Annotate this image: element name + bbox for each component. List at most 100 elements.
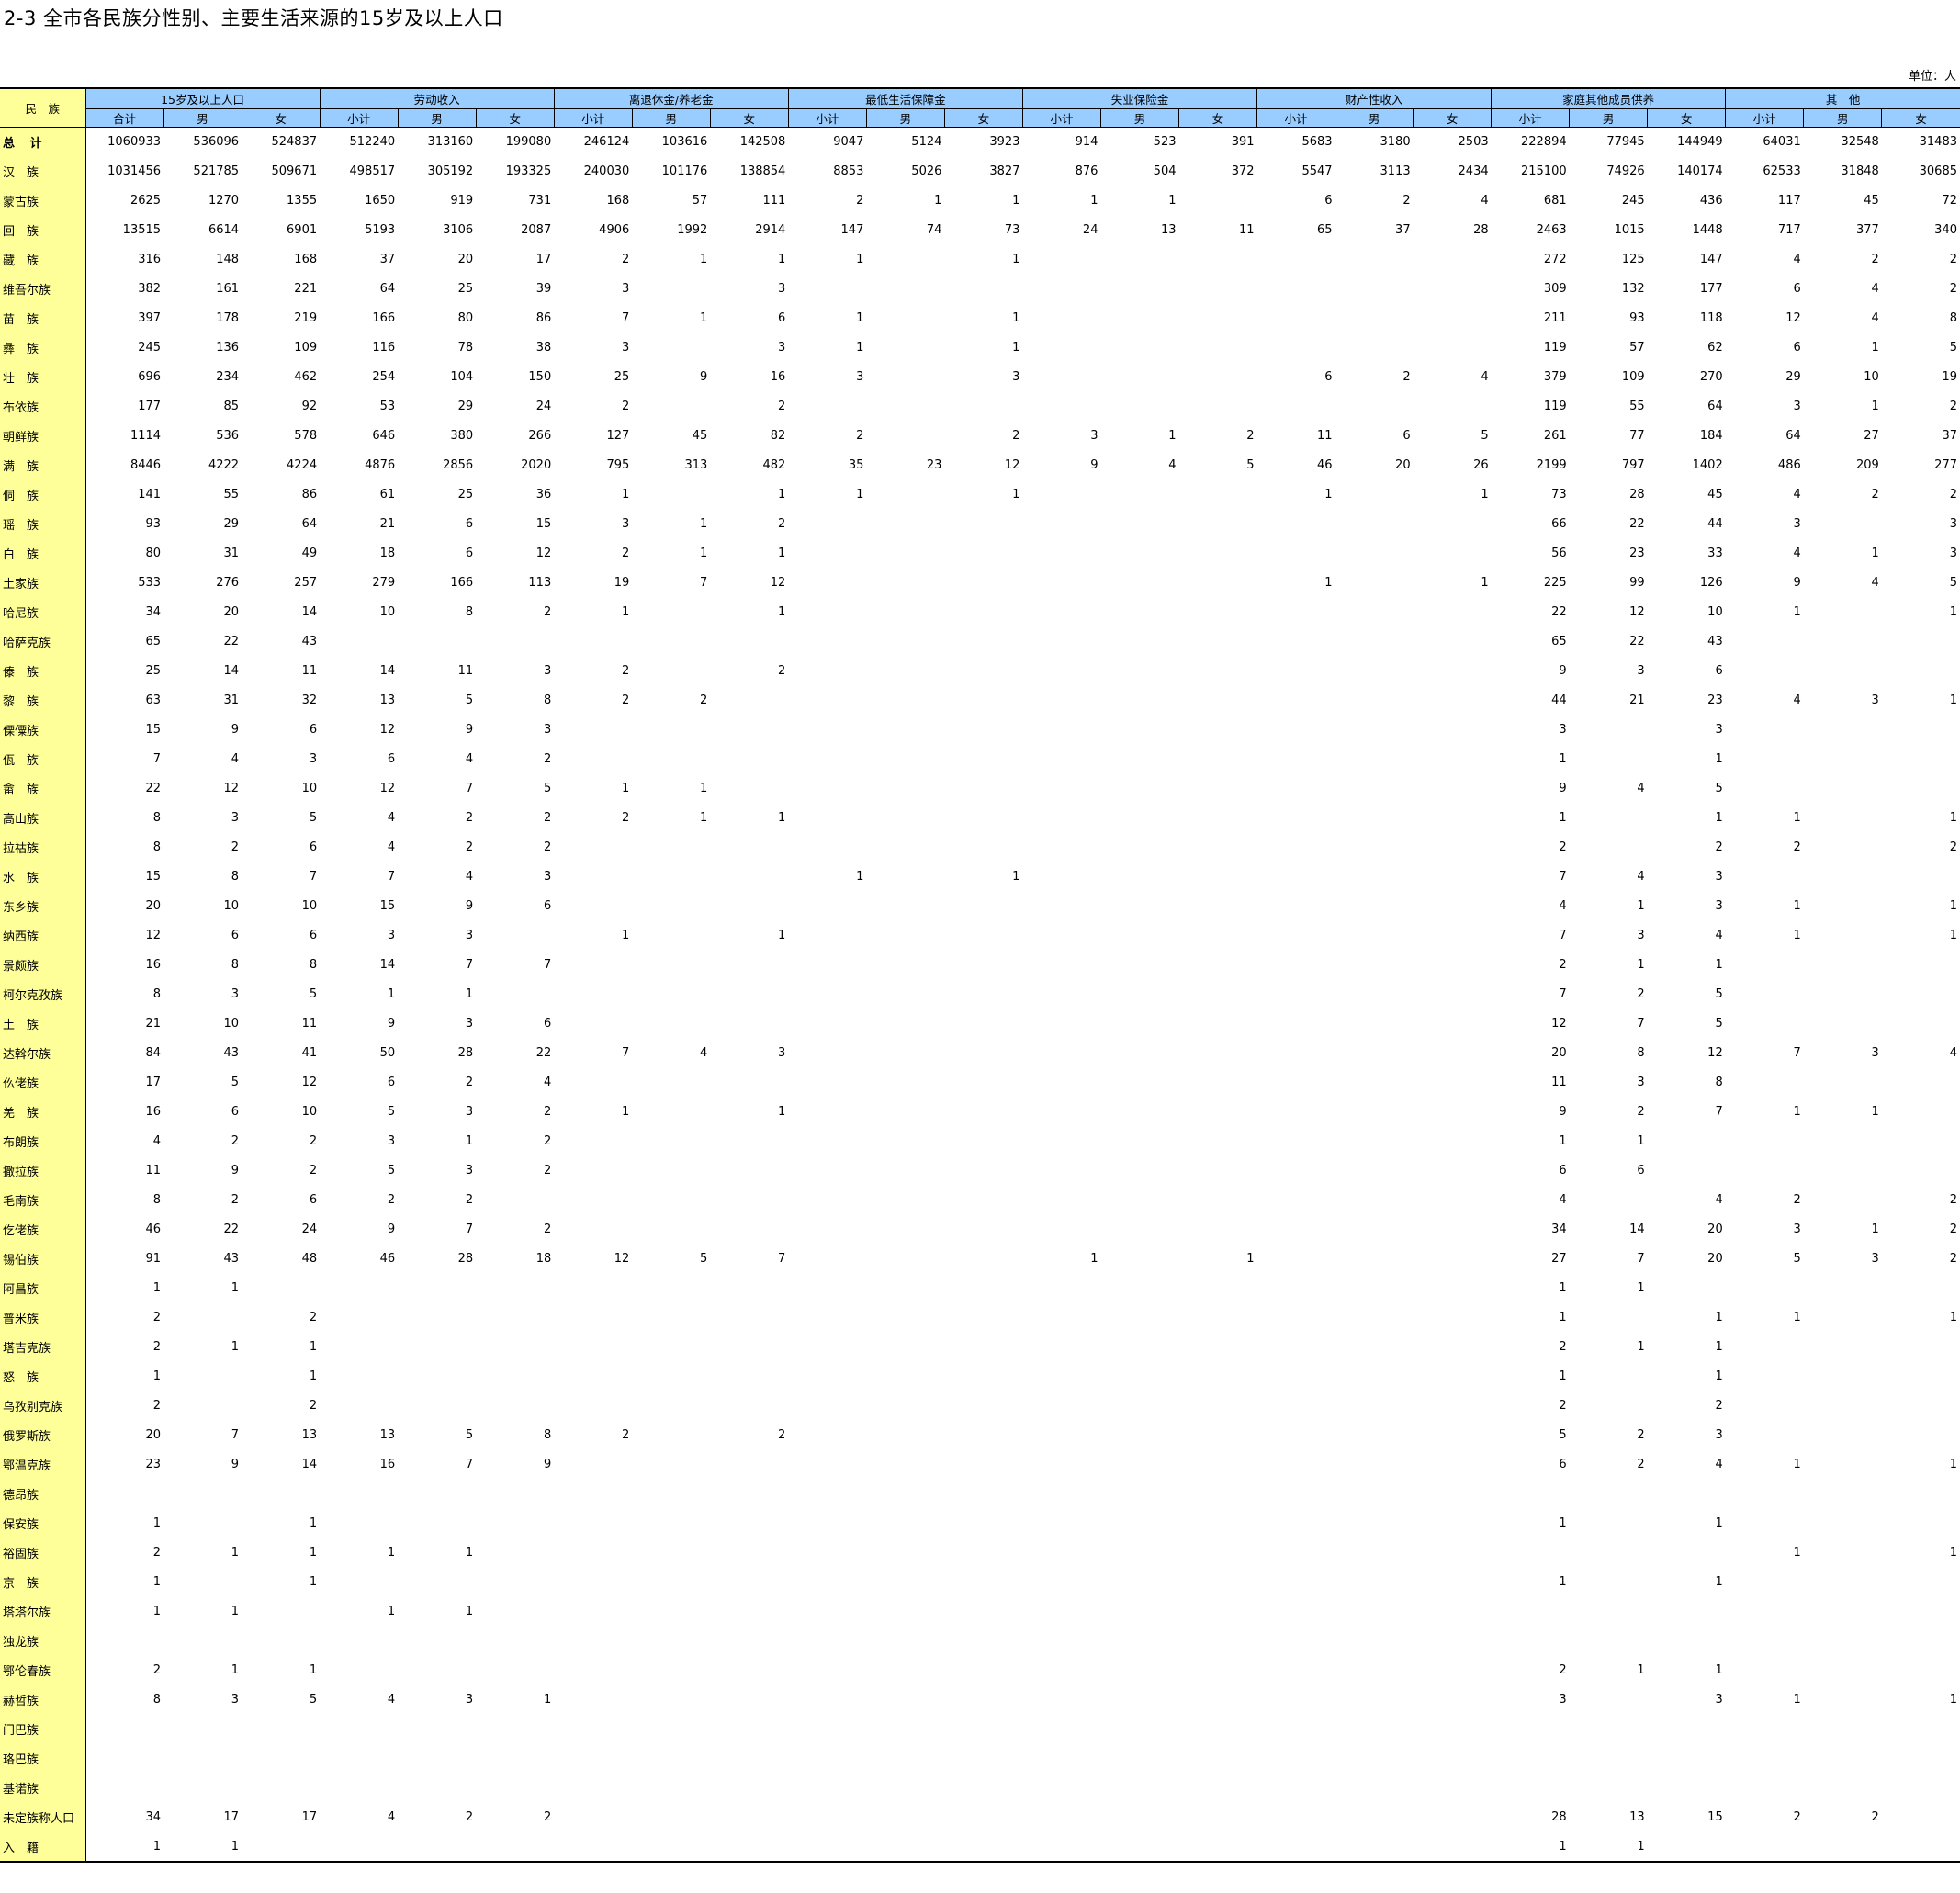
table-cell — [554, 627, 632, 657]
table-cell: 8 — [231, 958, 240, 972]
sub-header: 女 — [944, 108, 1023, 128]
table-cell — [85, 1774, 163, 1803]
table-cell — [1257, 1509, 1335, 1538]
table-cell — [866, 1774, 944, 1803]
table-cell — [788, 745, 866, 774]
table-row: 藏 族 316 148 168 37 20 17 2 1 1 1 1 272 125 147 4 2 2 — [0, 244, 1960, 275]
table-cell — [1335, 1215, 1414, 1245]
table-cell — [1257, 1421, 1335, 1450]
table-cell — [1335, 1538, 1414, 1568]
table-row: 撒拉族 11 9 2 5 3 2 6 6 — [0, 1155, 1960, 1186]
table-cell — [1804, 1333, 1882, 1362]
table-cell — [1335, 745, 1414, 774]
table-cell — [944, 1509, 1022, 1538]
table-cell — [788, 804, 866, 833]
table-cell — [320, 627, 398, 657]
table-cell — [476, 1831, 555, 1863]
table-cell: 20 — [1707, 1252, 1723, 1266]
table-cell — [1179, 1333, 1257, 1362]
table-cell — [1257, 1009, 1335, 1039]
table-cell — [866, 1362, 944, 1392]
table-cell: 55 — [1629, 400, 1645, 413]
table-cell: 116 — [372, 341, 396, 355]
table-row: 回 族 13515 6614 6901 5193 3106 2087 4906 1992 2914… — [0, 215, 1960, 245]
group-header: 最低生活保障金 — [788, 87, 1023, 109]
ethnic-group-name: 蒙古族 — [0, 186, 86, 216]
table-cell — [1335, 1803, 1414, 1832]
table-cell — [1804, 1068, 1882, 1098]
table-cell — [1257, 686, 1335, 716]
table-cell — [1335, 1627, 1414, 1656]
table-cell — [1648, 1480, 1726, 1509]
table-cell: 22 — [1629, 517, 1645, 531]
table-cell — [163, 1362, 242, 1392]
table-cell: 1270 — [208, 194, 240, 208]
table-cell: 125 — [1621, 253, 1645, 266]
table-cell: 24 — [535, 400, 552, 413]
ethnic-group-name: 羌 族 — [0, 1097, 86, 1127]
table-cell: 272 — [1543, 253, 1567, 266]
table-cell — [1100, 480, 1178, 510]
table-cell: 4 — [1637, 782, 1645, 795]
table-cell — [788, 716, 866, 745]
table-cell: 1 — [1949, 1693, 1957, 1707]
table-cell: 14 — [379, 664, 396, 678]
table-cell — [1022, 333, 1100, 363]
table-cell — [866, 1098, 944, 1127]
table-cell — [1100, 1362, 1178, 1392]
table-cell: 6 — [387, 1076, 396, 1089]
table-cell: 85 — [223, 400, 240, 413]
table-cell: 11 — [1551, 1076, 1567, 1089]
table-cell: 5124 — [911, 135, 942, 150]
table-cell: 11 — [145, 1164, 162, 1177]
table-cell — [242, 1831, 321, 1863]
table-cell: 13 — [1160, 223, 1177, 237]
table-row: 水 族 15 8 7 7 4 3 1 1 7 4 3 — [0, 862, 1960, 892]
table-cell: 6 — [1559, 1164, 1567, 1177]
table-cell — [866, 1803, 944, 1832]
ethnic-group-name: 汉 族 — [0, 156, 86, 186]
table-cell: 1060933 — [107, 135, 162, 150]
table-cell — [866, 1068, 944, 1098]
table-cell: 1 — [387, 1546, 396, 1560]
table-cell: 46 — [1317, 458, 1333, 472]
table-cell — [1414, 716, 1492, 745]
table-cell: 5683 — [1301, 135, 1333, 150]
table-cell — [476, 1274, 554, 1303]
table-cell: 2 — [309, 1311, 318, 1324]
table-cell — [1179, 980, 1257, 1009]
table-cell — [1100, 333, 1178, 363]
table-cell: 2 — [1949, 253, 1957, 266]
group-header: 家庭其他成员供养 — [1491, 87, 1727, 109]
table-cell: 1 — [1949, 1546, 1957, 1560]
table-cell — [1414, 862, 1492, 892]
table-cell: 240030 — [583, 164, 630, 178]
table-cell: 9 — [1793, 576, 1801, 590]
table-cell: 8 — [152, 840, 162, 854]
table-cell — [866, 833, 944, 862]
table-cell — [398, 1392, 476, 1421]
table-cell: 1 — [231, 1546, 240, 1560]
table-cell: 37 — [379, 253, 396, 266]
table-cell — [1414, 510, 1492, 539]
table-cell: 1 — [1559, 1369, 1567, 1383]
table-cell — [866, 1656, 944, 1685]
table-cell — [1179, 1744, 1257, 1774]
table-cell — [320, 1568, 398, 1597]
table-cell: 101176 — [661, 164, 708, 178]
table-cell — [788, 1597, 866, 1627]
table-cell — [1335, 304, 1414, 333]
table-cell: 1 — [700, 782, 708, 795]
table-cell — [1882, 862, 1960, 892]
table-cell — [1414, 1156, 1492, 1186]
table-cell: 504 — [1153, 164, 1177, 178]
table-cell — [1022, 951, 1100, 980]
table-cell: 3 — [1871, 1046, 1879, 1060]
table-cell: 4 — [1871, 282, 1879, 296]
table-cell — [632, 951, 710, 980]
table-cell: 1 — [700, 253, 708, 266]
table-cell: 270 — [1699, 370, 1723, 384]
table-cell: 377 — [1855, 223, 1879, 237]
table-cell — [1179, 1627, 1257, 1656]
table-cell — [476, 1715, 554, 1744]
